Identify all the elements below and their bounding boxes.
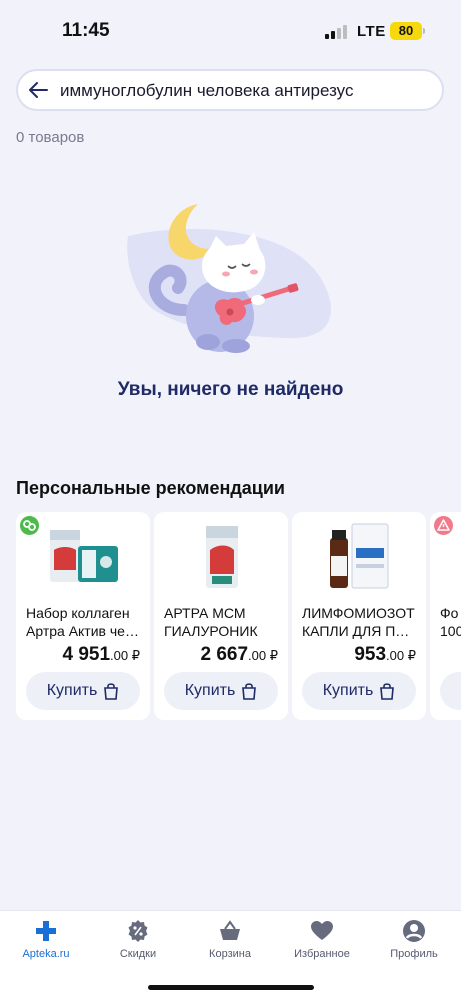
product-name[interactable]: ЛИМФОМИОЗОТ КАПЛИ ДЛЯ ПР… — [302, 604, 418, 640]
product-name[interactable]: АРТРА МСМ ГИАЛУРОНИК — [164, 604, 280, 640]
buy-button[interactable]: Купить — [164, 672, 278, 710]
battery-icon: 80 — [390, 22, 422, 40]
product-name-line: ГИАЛУРОНИК — [164, 623, 258, 639]
nav-item-discounts[interactable]: Скидки — [92, 919, 184, 969]
price-cents: .00 ₽ — [110, 648, 140, 663]
product-name[interactable]: Набор коллаген Артра Актив че… — [26, 604, 142, 640]
empty-state-title: Увы, ничего не найдено — [117, 379, 344, 400]
signal-icon — [325, 25, 349, 39]
cat-guitar-illustration — [127, 204, 331, 353]
price-main: 2 667 — [200, 644, 249, 665]
nav-item-favorites[interactable]: Избранное — [276, 919, 368, 969]
cross-icon — [36, 921, 56, 941]
buy-button[interactable]: Купить — [26, 672, 140, 710]
buy-button-label: Купить — [322, 682, 374, 699]
arrow-left-icon[interactable] — [27, 79, 49, 101]
nav-label: Профиль — [390, 948, 438, 960]
recommendations-title: Персональные рекомендации — [16, 478, 285, 498]
price-main: 953 — [354, 644, 387, 665]
product-card[interactable]: Набор коллаген Артра Актив че… 4 951.00 … — [16, 512, 150, 720]
product-card[interactable]: ЛИМФОМИОЗОТ КАПЛИ ДЛЯ ПР… 953.00 ₽ Купит… — [292, 512, 426, 720]
product-name[interactable]: Фо 100 — [440, 604, 461, 640]
price-cents: .00 ₽ — [386, 648, 416, 663]
status-time: 11:45 — [62, 20, 110, 41]
discount-icon — [128, 920, 148, 942]
bag-icon — [104, 683, 119, 700]
product-image — [50, 530, 118, 582]
nav-label: Скидки — [119, 948, 157, 960]
network-type: LTE — [357, 23, 386, 40]
nav-label: Apteka.ru — [22, 948, 70, 960]
home-indicator — [148, 985, 314, 990]
battery-tip — [423, 28, 425, 34]
warning-badge-icon — [434, 516, 453, 535]
profile-icon — [403, 920, 425, 942]
product-price: 953.00 ₽ — [354, 644, 416, 666]
search-input[interactable]: иммуноглобулин человека антирезус — [60, 81, 353, 101]
product-name-line: КАПЛИ ДЛЯ ПР… — [302, 623, 418, 639]
bag-icon — [380, 683, 395, 700]
product-price: 2 667.00 ₽ — [200, 644, 278, 666]
recommendations-carousel[interactable]: Набор коллаген Артра Актив че… 4 951.00 … — [16, 512, 461, 720]
heart-icon — [311, 921, 333, 940]
nav-item-profile[interactable]: Профиль — [368, 919, 460, 969]
buy-button[interactable]: Купить — [302, 672, 416, 710]
product-card[interactable]: Фо 100 — [430, 512, 461, 720]
product-image — [330, 523, 389, 589]
product-image — [206, 526, 238, 588]
result-count: 0 товаров — [16, 129, 85, 146]
nav-item-apteka[interactable]: Apteka.ru — [0, 919, 92, 969]
nav-label: Избранное — [294, 948, 350, 960]
product-name-line: 100 — [440, 623, 461, 639]
search-bar[interactable]: иммуноглобулин человека антирезус — [16, 69, 444, 111]
product-price: 4 951.00 ₽ — [62, 644, 140, 666]
product-name-line: Набор коллаген — [26, 605, 130, 621]
status-bar: 11:45 LTE 80 — [0, 0, 461, 62]
product-card[interactable]: АРТРА МСМ ГИАЛУРОНИК 2 667.00 ₽ Купить — [154, 512, 288, 720]
price-main: 4 951 — [62, 644, 111, 665]
buy-button-label: Купить — [184, 682, 236, 699]
link-badge-icon — [20, 516, 39, 535]
bag-icon — [242, 683, 257, 700]
price-cents: .00 ₽ — [248, 648, 278, 663]
basket-icon — [220, 920, 240, 940]
product-name-line: Фо — [440, 605, 459, 621]
nav-label: Корзина — [209, 948, 251, 960]
product-name-line: АРТРА МСМ — [164, 605, 246, 621]
buy-button-label: Купить — [46, 682, 98, 699]
product-name-line: Артра Актив че… — [26, 623, 139, 639]
nav-item-cart[interactable]: Корзина — [184, 919, 276, 969]
product-name-line: ЛИМФОМИОЗОТ — [302, 605, 415, 621]
buy-button[interactable] — [440, 672, 461, 710]
